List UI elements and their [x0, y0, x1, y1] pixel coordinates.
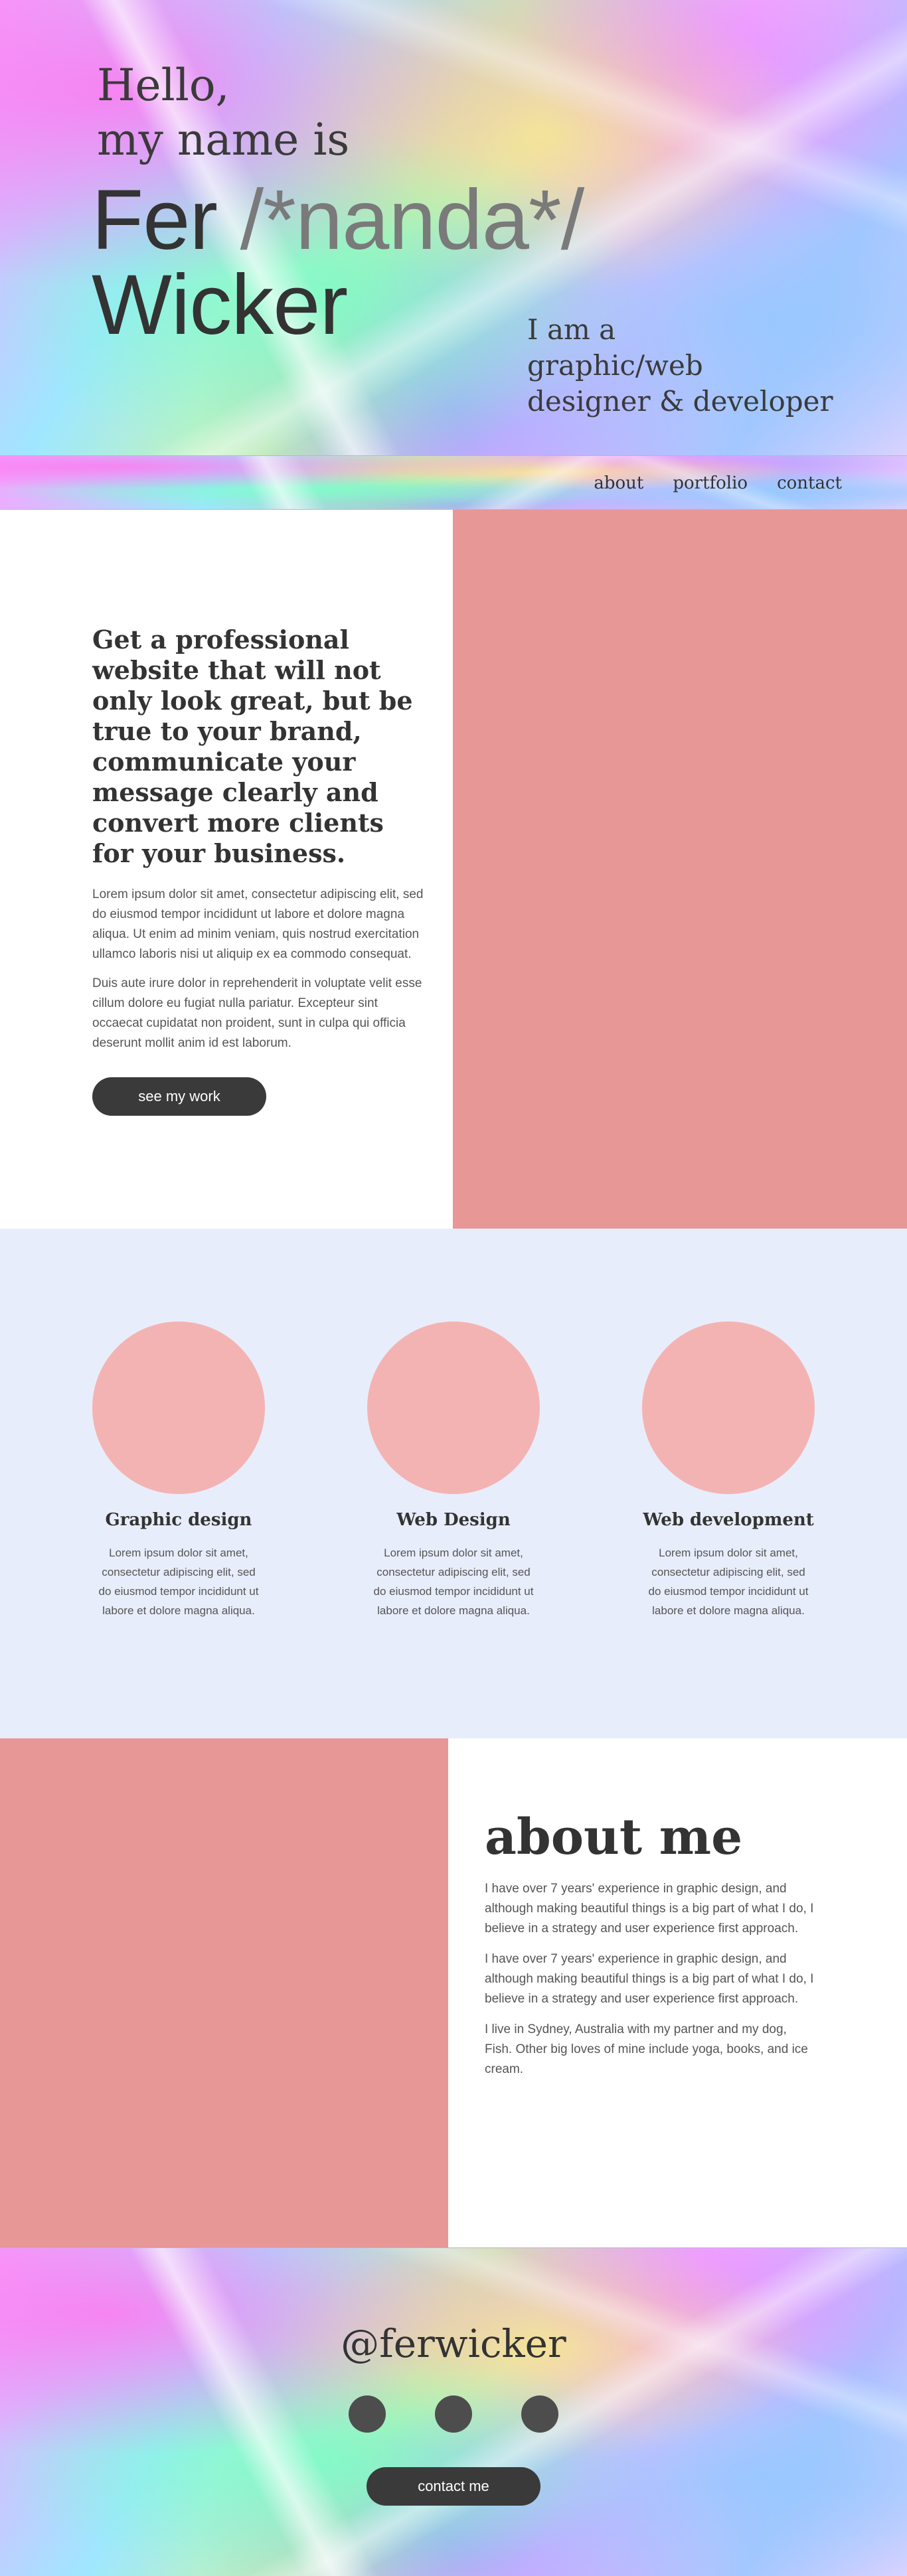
tagline-line-1: I am a [527, 313, 616, 346]
social-handle: @ferwicker [341, 2321, 566, 2366]
hero-name: Fer /*nanda*/ Wicker [92, 178, 584, 348]
nav-link-portfolio[interactable]: portfolio [673, 473, 748, 493]
tagline-line-3: designer & developer [527, 385, 833, 417]
service-image-circle [367, 1322, 540, 1494]
social-icon-2[interactable] [435, 2395, 472, 2433]
service-description: Lorem ipsum dolor sit amet, consectetur … [373, 1547, 534, 1617]
name-last: Wicker [92, 258, 348, 352]
greeting-line-1: Hello, [97, 60, 230, 111]
nav-links: about portfolio contact [594, 456, 842, 509]
about-image-placeholder [0, 1738, 448, 2247]
service-graphic-design: Graphic design Lorem ipsum dolor sit ame… [92, 1322, 265, 1620]
greeting-line-2: my name is [97, 114, 350, 165]
service-image-circle [642, 1322, 815, 1494]
intro-section: Get a professional website that will not… [0, 510, 907, 1229]
footer-section: @ferwicker contact me [0, 2247, 907, 2576]
social-icons-row [0, 2395, 907, 2433]
see-my-work-button[interactable]: see my work [92, 1077, 266, 1116]
intro-headline: Get a professional website that will not… [92, 625, 413, 868]
name-first: Fer [92, 173, 218, 267]
about-paragraph-1: I have over 7 years' experience in graph… [485, 1882, 814, 1935]
nav-link-about[interactable]: about [594, 473, 643, 493]
about-section: about me I have over 7 years' experience… [0, 1738, 907, 2247]
about-paragraph-3: I live in Sydney, Australia with my part… [485, 2022, 808, 2076]
services-section: Graphic design Lorem ipsum dolor sit ame… [0, 1229, 907, 1738]
hero-greeting: Hello, my name is [97, 58, 349, 167]
nav-link-contact[interactable]: contact [777, 473, 842, 493]
name-comment: /*nanda*/ [240, 173, 585, 267]
tagline-line-2: graphic/web [527, 349, 703, 382]
service-title: Web development [643, 1510, 814, 1530]
service-title: Graphic design [105, 1510, 252, 1530]
intro-paragraph-1: Lorem ipsum dolor sit amet, consectetur … [92, 887, 424, 961]
main-nav: about portfolio contact [0, 455, 907, 510]
about-text-column: about me I have over 7 years' experience… [448, 1738, 907, 2247]
intro-image-placeholder [453, 510, 907, 1229]
service-title: Web Design [396, 1510, 511, 1530]
hero-section: Hello, my name is Fer /*nanda*/ Wicker I… [0, 0, 907, 455]
service-web-development: Web development Lorem ipsum dolor sit am… [642, 1322, 815, 1620]
about-title: about me [485, 1809, 743, 1866]
contact-me-button[interactable]: contact me [367, 2467, 540, 2506]
service-description: Lorem ipsum dolor sit amet, consectetur … [648, 1547, 809, 1617]
intro-paragraph-2: Duis aute irure dolor in reprehenderit i… [92, 976, 422, 1050]
social-icon-3[interactable] [521, 2395, 558, 2433]
service-description: Lorem ipsum dolor sit amet, consectetur … [98, 1547, 259, 1617]
hero-tagline: I am a graphic/web designer & developer [527, 312, 872, 419]
service-web-design: Web Design Lorem ipsum dolor sit amet, c… [367, 1322, 540, 1620]
social-icon-1[interactable] [349, 2395, 386, 2433]
about-paragraph-2: I have over 7 years' experience in graph… [485, 1952, 814, 2006]
service-image-circle [92, 1322, 265, 1494]
intro-text-column: Get a professional website that will not… [0, 510, 453, 1229]
